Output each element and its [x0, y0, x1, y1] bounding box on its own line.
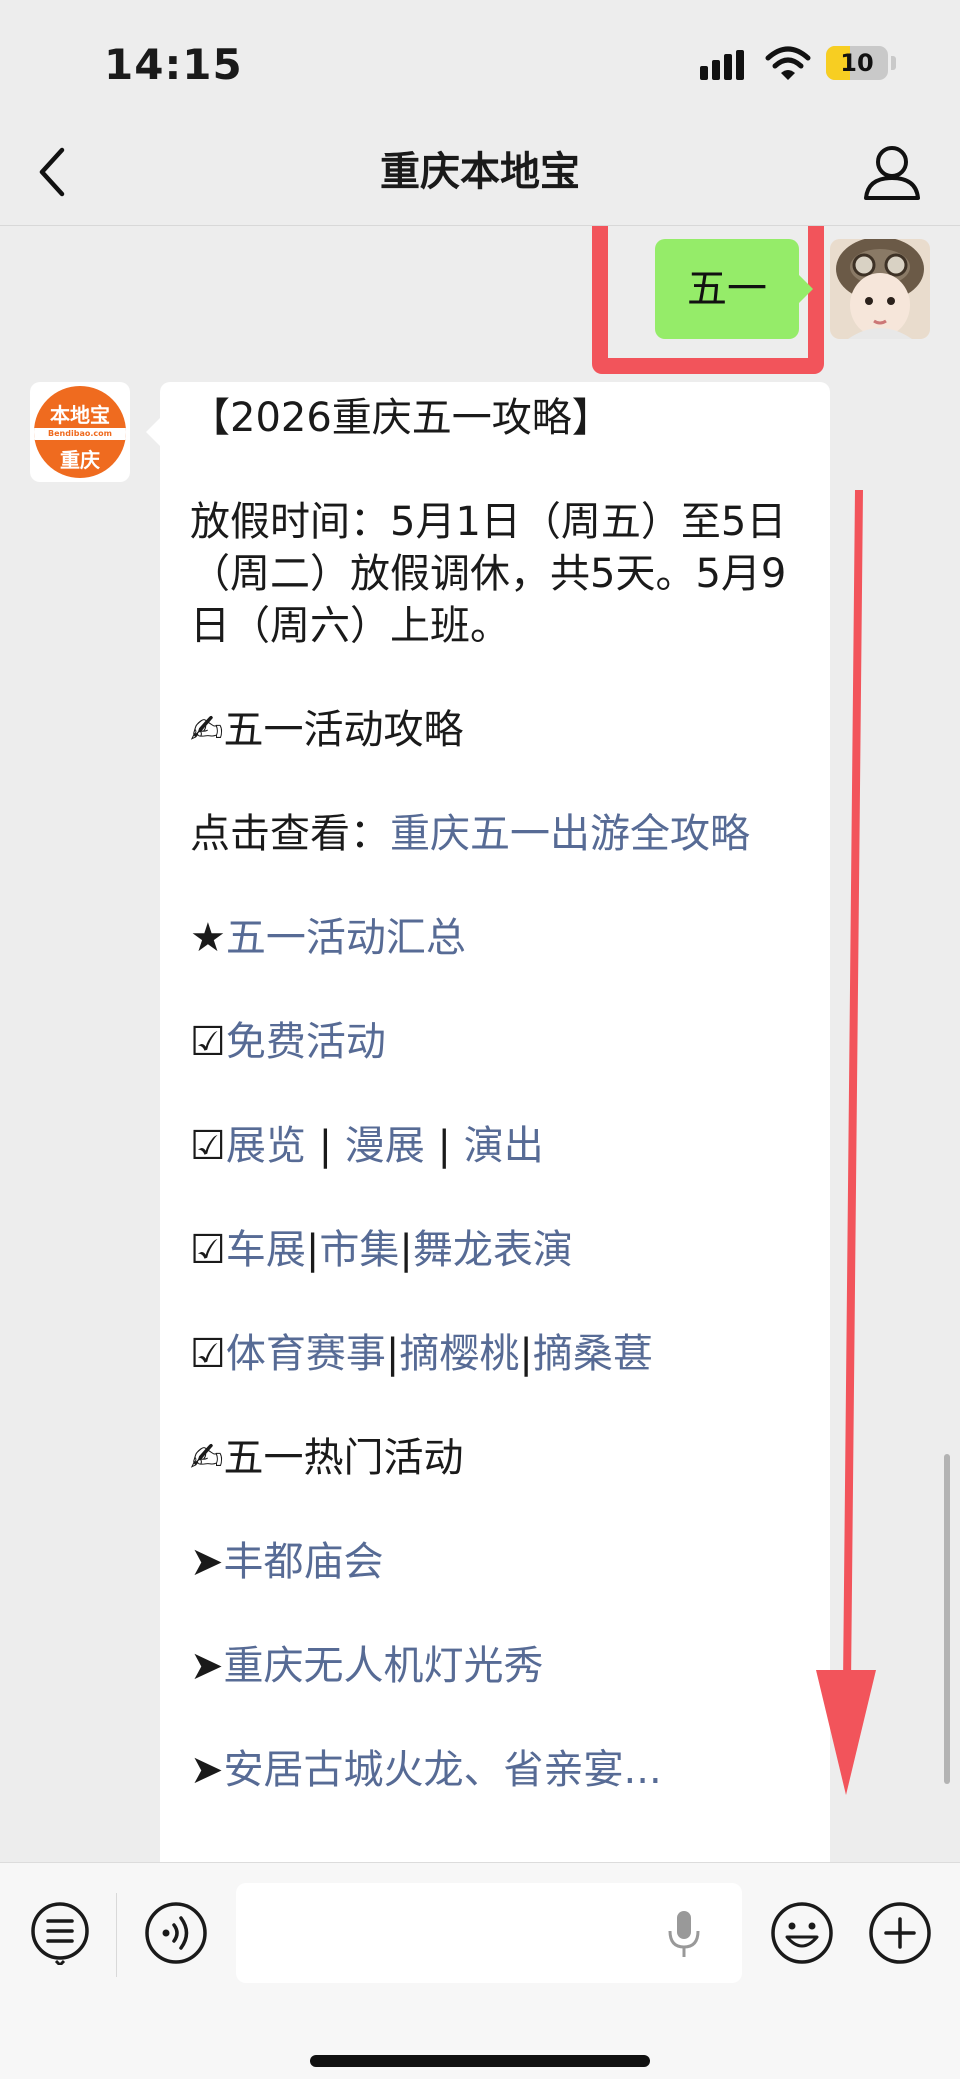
link-car-show[interactable]: 车展 [226, 1227, 306, 1273]
link-chongqing-guide[interactable]: 重庆五一出游全攻略 [390, 811, 750, 857]
chat-title: 重庆本地宝 [380, 149, 580, 195]
checkbox-icon: ☑ [190, 1227, 226, 1273]
sent-message-bubble[interactable]: 五一 [655, 239, 813, 339]
input-toolbar [0, 1862, 960, 2079]
home-indicator [310, 2055, 650, 2067]
section-hot-activities: ✍五一热门活动 [190, 1435, 464, 1481]
link-market[interactable]: 市集 [319, 1227, 399, 1273]
bullet-arrow-icon: ➤ [190, 1747, 224, 1793]
status-bar: 14:15 10 [0, 0, 960, 120]
wifi-icon [765, 46, 811, 80]
bullet-arrow-icon: ➤ [190, 1539, 224, 1585]
battery-level: 10 [840, 49, 874, 77]
checkbox-icon: ☑ [190, 1019, 226, 1065]
bullet-arrow-icon: ➤ [190, 1643, 224, 1689]
checkbox-icon: ☑ [190, 1331, 226, 1377]
hot-item-2: ➤重庆无人机灯光秀 [190, 1640, 800, 1692]
mic-icon[interactable] [666, 1909, 702, 1959]
link-shows[interactable]: 演出 [464, 1123, 544, 1169]
emoji-icon[interactable] [770, 1901, 834, 1965]
link-cherry-picking[interactable]: 摘樱桃 [399, 1331, 519, 1377]
section-activity-guide: ✍五一活动攻略 [190, 707, 464, 753]
menu-icon[interactable] [28, 1901, 92, 1965]
profile-icon[interactable] [862, 140, 922, 204]
link-sports[interactable]: 体育赛事 [226, 1331, 386, 1377]
bendibao-logo: 本地宝 Bendibao.com 重庆 [34, 386, 126, 478]
car-line: ☑车展|市集|舞龙表演 [190, 1227, 573, 1273]
free-line: ☑免费活动 [190, 1016, 800, 1068]
checkbox-icon: ☑ [190, 1123, 226, 1169]
star-icon: ★ [190, 915, 226, 961]
voice-icon[interactable] [144, 1901, 208, 1965]
summary-line: ★五一活动汇总 [190, 912, 800, 964]
exhibit-line: ☑展览 | 漫展 | 演出 [190, 1123, 544, 1169]
status-time: 14:15 [104, 40, 243, 89]
link-exhibitions[interactable]: 展览 [226, 1123, 306, 1169]
guide-line: 点击查看：重庆五一出游全攻略 [190, 811, 750, 857]
scrollbar[interactable] [944, 1454, 950, 1784]
link-mulberry-picking[interactable]: 摘桑葚 [533, 1331, 653, 1377]
received-message-bubble: 【2026重庆五一攻略】 放假时间：5月1日（周五）至5日 （周二）放假调休，共… [146, 382, 830, 1862]
annotation-arrow-down-icon [816, 490, 876, 1795]
link-activity-summary[interactable]: 五一活动汇总 [226, 915, 466, 961]
link-anju-ancient-town[interactable]: 安居古城火龙、省亲宴... [224, 1747, 662, 1793]
link-comic-expo[interactable]: 漫展 [345, 1123, 425, 1169]
link-free-activities[interactable]: 免费活动 [226, 1019, 386, 1065]
user-avatar[interactable] [830, 239, 930, 339]
hot-item-1: ➤丰都庙会 [190, 1536, 800, 1588]
nav-bar: 重庆本地宝 [0, 120, 960, 226]
battery-icon: 10 [826, 46, 888, 80]
official-account-avatar[interactable]: 本地宝 Bendibao.com 重庆 [30, 382, 130, 482]
link-fengdu-temple-fair[interactable]: 丰都庙会 [224, 1539, 384, 1585]
holiday-line-3: 日（周六）上班。 [190, 603, 510, 649]
holiday-line-2: （周二）放假调休，共5天。5月9 [190, 551, 787, 597]
message-input[interactable] [236, 1883, 742, 1983]
holiday-line-1: 放假时间：5月1日（周五）至5日 [190, 499, 787, 545]
sport-line: ☑体育赛事|摘樱桃|摘桑葚 [190, 1331, 653, 1377]
hot-item-3: ➤安居古城火龙、省亲宴... [190, 1744, 800, 1796]
link-dragon-dance[interactable]: 舞龙表演 [413, 1227, 573, 1273]
link-drone-light-show[interactable]: 重庆无人机灯光秀 [224, 1643, 544, 1689]
plus-icon[interactable] [868, 1901, 932, 1965]
message-title: 【2026重庆五一攻略】 [190, 395, 612, 441]
